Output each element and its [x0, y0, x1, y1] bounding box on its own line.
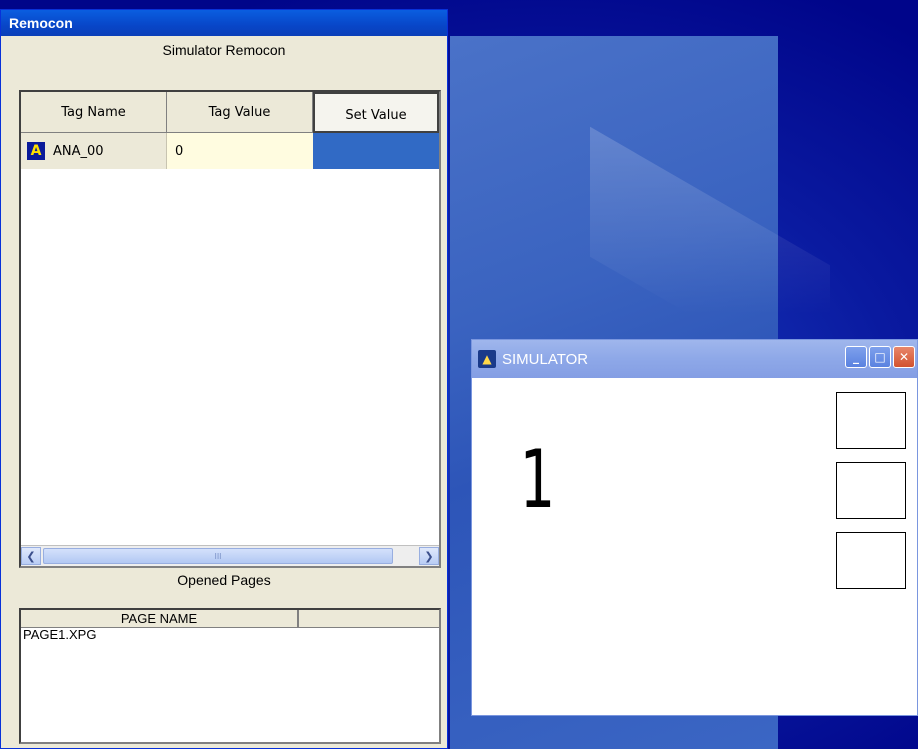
simulator-title: SIMULATOR	[502, 350, 589, 368]
simulator-button-2[interactable]	[836, 462, 906, 519]
tag-name-cell[interactable]: A ANA_00	[21, 133, 167, 169]
tag-grid: Tag Name Tag Value Set Value A ANA_00 0 …	[19, 90, 441, 568]
minimize-icon: _	[853, 350, 859, 364]
set-value-cell[interactable]	[313, 133, 439, 169]
scroll-right-icon[interactable]: ❯	[419, 547, 439, 565]
scrollbar-thumb[interactable]: III	[43, 548, 393, 564]
column-header-set-value[interactable]: Set Value	[313, 92, 439, 133]
analog-tag-icon: A	[27, 142, 45, 160]
remocon-title: Remocon	[9, 15, 73, 31]
opened-pages-list: PAGE NAME PAGE1.XPG	[19, 608, 441, 744]
maximize-button[interactable]: □	[869, 346, 891, 368]
simulator-window: ▲ SIMULATOR _ □ ✕ 1	[471, 339, 918, 716]
remocon-title-bar[interactable]: Remocon	[1, 10, 447, 36]
simulator-button-3[interactable]	[836, 532, 906, 589]
close-button[interactable]: ✕	[893, 346, 915, 368]
tag-grid-header: Tag Name Tag Value Set Value	[21, 92, 439, 133]
scrollbar-grip: III	[214, 551, 222, 561]
remocon-heading: Simulator Remocon	[162, 42, 286, 58]
tag-name-text: ANA_00	[53, 143, 104, 159]
minimize-button[interactable]: _	[845, 346, 867, 368]
column-header-tag-value[interactable]: Tag Value	[167, 92, 313, 133]
column-header-page-name[interactable]: PAGE NAME	[21, 610, 299, 628]
column-header-empty[interactable]	[299, 610, 439, 628]
opened-pages-header: PAGE NAME	[21, 610, 439, 628]
simulator-button-1[interactable]	[836, 392, 906, 449]
column-header-tag-name[interactable]: Tag Name	[21, 92, 167, 133]
window-controls: _ □ ✕	[845, 346, 915, 368]
simulator-app-icon: ▲	[478, 350, 496, 368]
horizontal-scrollbar[interactable]: ❮ III ❯	[21, 545, 439, 566]
opened-pages-heading: Opened Pages	[177, 572, 271, 588]
simulator-display-value: 1	[519, 433, 556, 526]
simulator-title-bar[interactable]: ▲ SIMULATOR _ □ ✕	[472, 340, 917, 378]
page-list-item[interactable]: PAGE1.XPG	[21, 628, 439, 642]
close-icon: ✕	[898, 350, 910, 364]
tag-grid-row[interactable]: A ANA_00 0	[21, 133, 439, 169]
remocon-window: Remocon Simulator Remocon Tag Name Tag V…	[0, 9, 448, 749]
scroll-left-icon[interactable]: ❮	[21, 547, 41, 565]
tag-value-cell[interactable]: 0	[167, 133, 313, 169]
maximize-icon: □	[874, 350, 886, 364]
